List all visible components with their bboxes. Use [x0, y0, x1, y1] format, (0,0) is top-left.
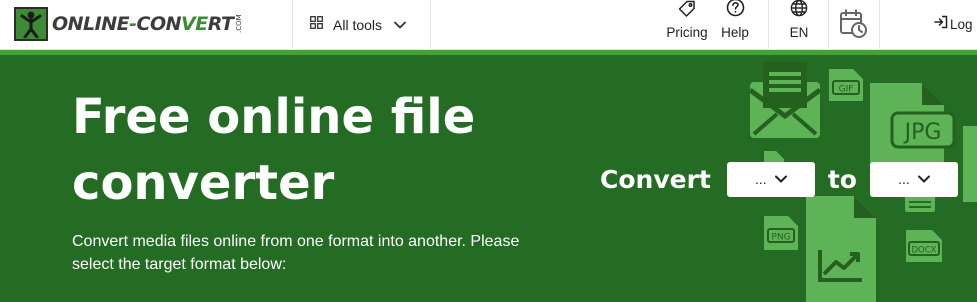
chevron-down-icon — [774, 170, 787, 188]
logo-dash: - — [129, 13, 137, 35]
hero-subtitle: Convert media files online from one form… — [72, 230, 572, 276]
login-icon — [934, 15, 948, 34]
logo-word-online: ONLINE — [52, 13, 130, 35]
tag-icon — [678, 0, 696, 22]
logo-icon — [14, 7, 48, 41]
page-title: Free online file converter — [72, 84, 572, 216]
file-icon — [963, 126, 977, 207]
chevron-down-icon — [917, 170, 930, 188]
hero-section: GIF JPG PNG DOCX Free online file conver… — [0, 50, 977, 302]
envelope-icon — [748, 62, 822, 143]
help-link[interactable]: Help — [718, 0, 752, 50]
help-label: Help — [721, 25, 749, 40]
calendar-clock-icon — [838, 7, 868, 44]
source-format-value: ... — [755, 171, 767, 187]
header-divider — [430, 0, 431, 50]
chevron-down-icon — [394, 16, 406, 34]
jpg-file-label: JPG — [903, 120, 942, 145]
target-format-value: ... — [898, 171, 910, 187]
header-divider — [768, 0, 769, 50]
help-circle-icon — [726, 0, 745, 22]
history-button[interactable] — [837, 0, 869, 50]
file-icon: DOCX — [906, 230, 942, 267]
logo-word-con: CON — [136, 13, 182, 35]
login-link[interactable]: Log — [934, 15, 973, 34]
top-header: ONLINE-CONVERT .COM All tools Pricing He… — [0, 0, 977, 50]
page-title-line: Free online file — [72, 89, 476, 145]
pricing-link[interactable]: Pricing — [664, 0, 710, 50]
all-tools-label: All tools — [333, 17, 383, 33]
convert-label: Convert — [600, 164, 711, 194]
header-divider — [828, 0, 829, 50]
logo-wordmark: ONLINE-CONVERT — [52, 7, 234, 41]
pricing-label: Pricing — [666, 25, 708, 40]
hero-subtitle-line: select the target format below: — [72, 256, 287, 273]
logo-com: .COM — [235, 14, 244, 34]
page-title-line: converter — [72, 155, 335, 211]
site-logo[interactable]: ONLINE-CONVERT .COM — [14, 7, 243, 41]
hero-subtitle-line: Convert media files online from one form… — [72, 233, 520, 250]
file-icon: PNG — [764, 216, 798, 255]
chart-icon — [806, 196, 876, 302]
language-label: EN — [789, 25, 809, 40]
source-format-select[interactable]: ... — [726, 161, 815, 197]
gif-file-label: GIF — [839, 85, 854, 95]
target-format-select[interactable]: ... — [870, 161, 958, 197]
logo-word-rt: RT — [207, 13, 234, 35]
file-icon — [905, 194, 935, 217]
logo-word-ve: VE — [181, 13, 208, 35]
to-label: to — [827, 164, 857, 194]
header-divider — [879, 0, 880, 50]
globe-icon — [790, 0, 808, 22]
docx-file-label: DOCX — [912, 246, 937, 256]
png-file-label: PNG — [771, 233, 790, 243]
all-tools-menu[interactable]: All tools — [292, 0, 430, 50]
login-label: Log — [950, 17, 973, 32]
hero-accent-bar — [0, 50, 977, 55]
grid-icon — [310, 16, 323, 34]
file-icon: GIF — [829, 69, 863, 106]
convert-selector-row: Convert ... to ... — [600, 161, 958, 197]
language-selector[interactable]: EN — [784, 0, 814, 50]
